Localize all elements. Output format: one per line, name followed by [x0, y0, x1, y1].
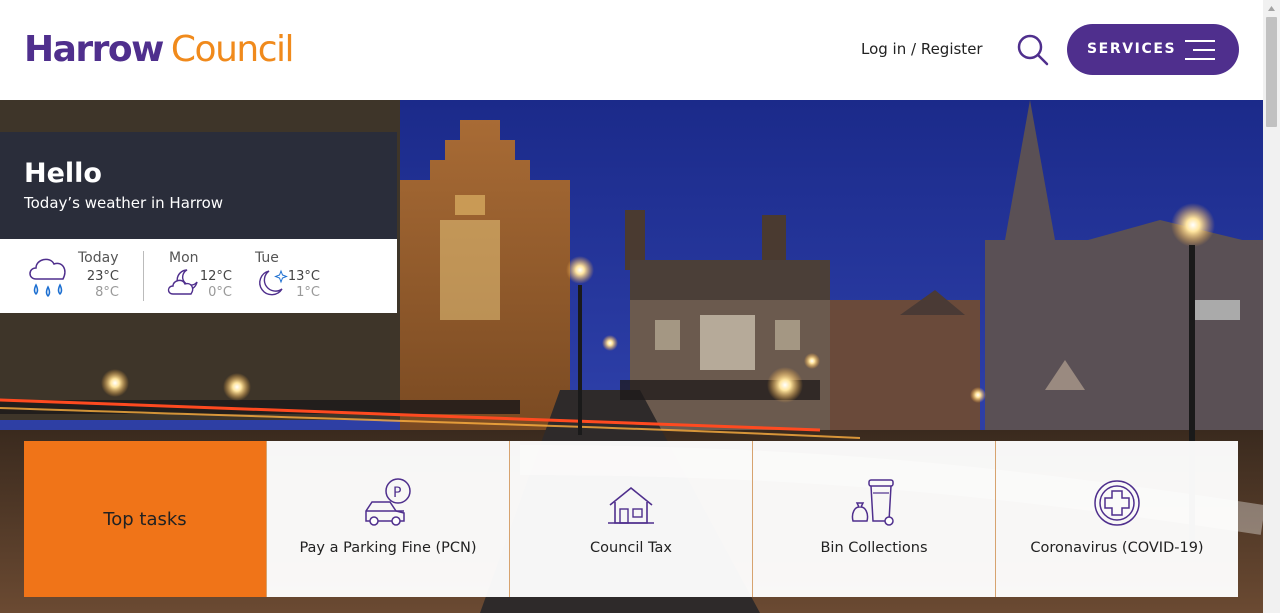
- scrollbar-thumb[interactable]: [1266, 17, 1277, 127]
- site-header: Harrow Council Log in / Register SERVICES: [0, 0, 1263, 100]
- day-low: 0°C: [208, 285, 232, 300]
- day-high: 13°C: [287, 269, 320, 284]
- day-low: 8°C: [95, 285, 119, 300]
- task-label: Council Tax: [590, 540, 672, 556]
- task-label: Bin Collections: [820, 540, 928, 556]
- task-label: Coronavirus (COVID-19): [1030, 540, 1204, 556]
- day-high: 23°C: [86, 269, 119, 284]
- weather-widget: Hello Today’s weather in Harrow Today 23…: [0, 132, 397, 313]
- task-bin-collections[interactable]: Bin Collections: [752, 441, 995, 597]
- search-button[interactable]: [1017, 34, 1049, 66]
- forecast-today: Today 23°C 8°C: [0, 239, 143, 313]
- forecast-divider: [143, 251, 144, 301]
- svg-text:P: P: [393, 485, 401, 501]
- medical-cross-icon: [1094, 480, 1140, 526]
- weather-forecast: Today 23°C 8°C Mon 12°C 0°C Tue 13°C 1°C: [0, 239, 397, 313]
- task-coronavirus[interactable]: Coronavirus (COVID-19): [995, 441, 1238, 597]
- weather-greeting-panel: Hello Today’s weather in Harrow: [0, 132, 397, 239]
- login-register: Log in / Register: [861, 40, 983, 58]
- forecast-tue: Tue 13°C 1°C: [250, 239, 330, 313]
- day-name: Tue: [255, 250, 279, 266]
- house-icon: [608, 486, 654, 524]
- rain-cloud-icon: [29, 258, 66, 298]
- forecast-mon: Mon 12°C 0°C: [160, 239, 240, 313]
- greeting-heading: Hello: [24, 158, 102, 189]
- day-high: 12°C: [199, 269, 232, 284]
- search-icon: [1017, 34, 1049, 66]
- task-label: Pay a Parking Fine (PCN): [299, 540, 477, 556]
- weather-subtitle: Today’s weather in Harrow: [24, 194, 224, 212]
- day-low: 1°C: [296, 285, 320, 300]
- register-link[interactable]: Register: [921, 40, 983, 58]
- login-link[interactable]: Log in: [861, 40, 906, 58]
- day-name: Today: [78, 250, 119, 266]
- task-pay-parking-fine[interactable]: P Pay a Parking Fine (PCN): [266, 441, 509, 597]
- top-tasks-heading: Top tasks: [24, 441, 266, 597]
- page-scrollbar[interactable]: [1263, 0, 1280, 613]
- bin-icon: [851, 479, 894, 526]
- login-separator: /: [906, 40, 921, 58]
- logo-harrow: Harrow: [24, 29, 164, 70]
- top-tasks-title: Top tasks: [103, 508, 187, 530]
- car-parking-icon: P: [365, 478, 411, 526]
- logo-council: Council: [170, 29, 295, 70]
- day-name: Mon: [169, 250, 199, 266]
- scroll-up-arrow-icon[interactable]: [1263, 0, 1280, 17]
- services-button[interactable]: SERVICES: [1067, 24, 1239, 75]
- harrow-council-logo[interactable]: Harrow Council: [24, 28, 295, 72]
- hamburger-menu-icon: [1185, 40, 1215, 60]
- top-tasks: Top tasks P Pay a Parking Fine (PCN) Cou…: [24, 441, 1238, 597]
- services-label: SERVICES: [1087, 41, 1177, 57]
- task-council-tax[interactable]: Council Tax: [509, 441, 752, 597]
